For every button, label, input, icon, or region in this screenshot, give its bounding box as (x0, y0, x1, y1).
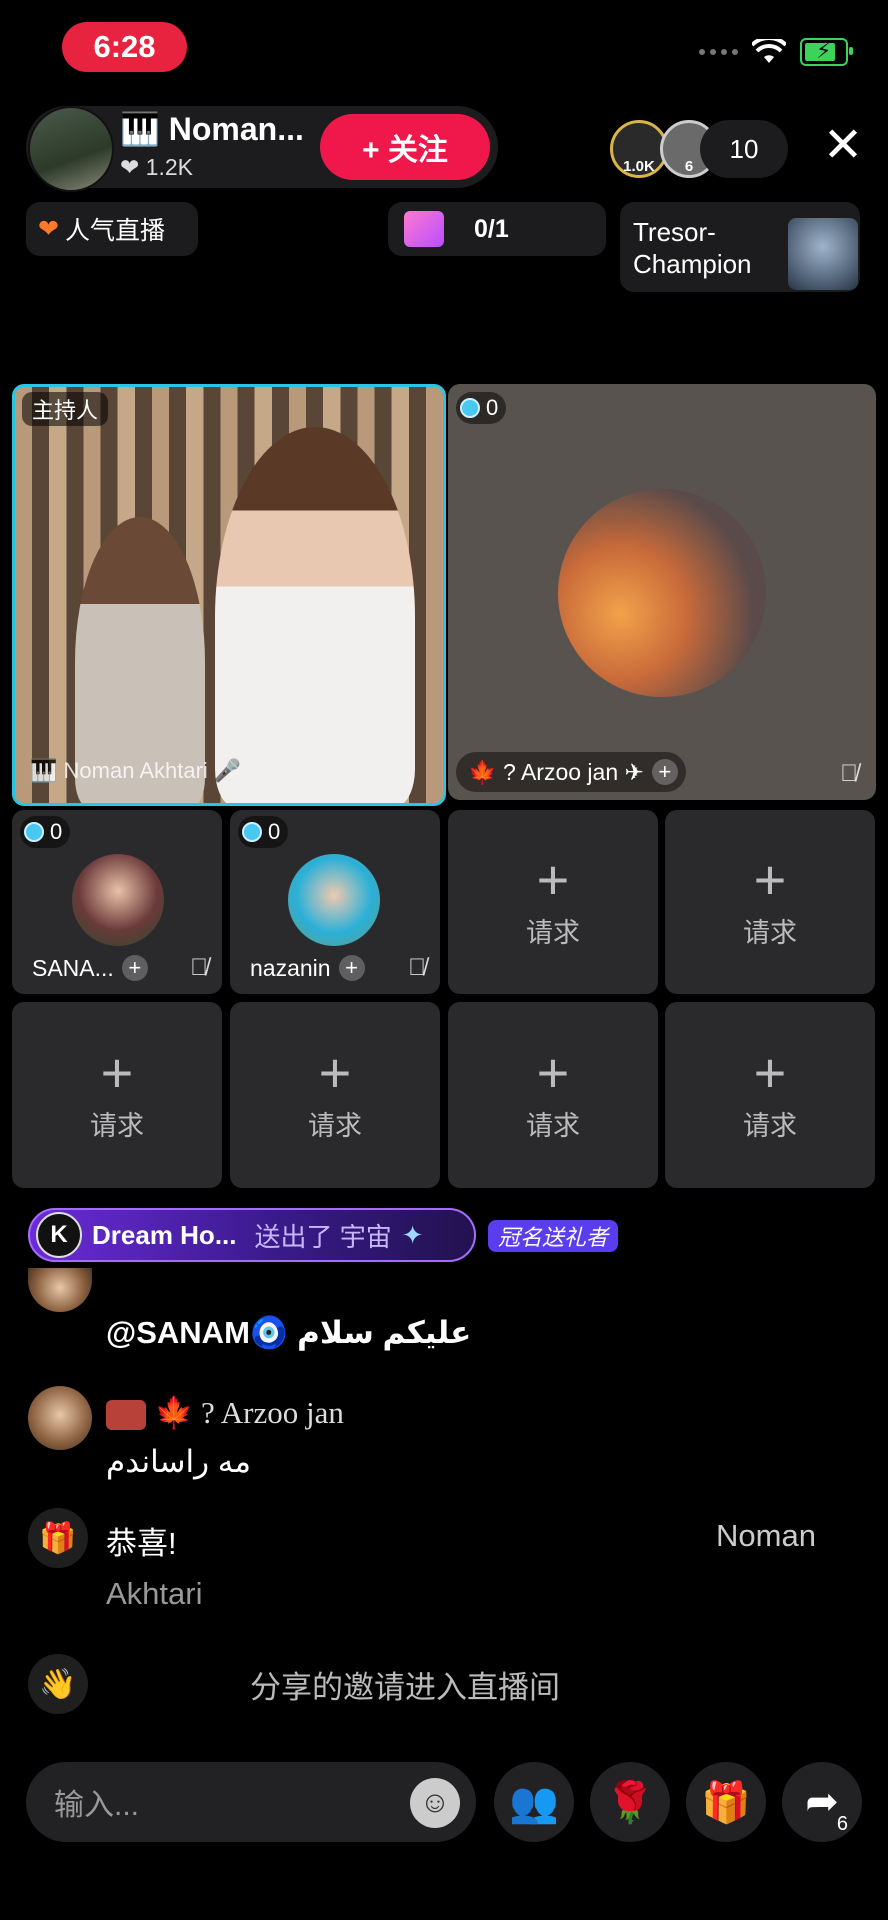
seat-score: 0 (238, 816, 289, 848)
follow-plus-icon[interactable]: + (651, 759, 678, 785)
gem-icon (460, 398, 480, 418)
seat-name[interactable]: SANA... + (20, 948, 156, 988)
chat-system-message: 恭喜! (106, 1526, 177, 1561)
gift-banner[interactable]: K Dream Ho... 送出了 宇宙 ✦ (28, 1208, 476, 1262)
plus-icon: + (753, 1040, 787, 1104)
rose-gift-button[interactable]: 🌹 (590, 1762, 670, 1842)
plus-icon: + (753, 847, 787, 911)
host-likes: ❤ 1.2K (120, 154, 193, 180)
signal-icon (699, 49, 738, 55)
wifi-icon (752, 39, 786, 63)
level-badge-icon (106, 1399, 146, 1430)
emoji-icon[interactable]: ☺ (410, 1778, 460, 1828)
seat-name[interactable]: 🍁 ? Arzoo jan ✈ + (456, 752, 686, 792)
plus-icon: + (318, 1040, 352, 1104)
gem-icon (24, 822, 44, 842)
chat-system-username[interactable]: Akhtari (106, 1576, 202, 1612)
host-person (215, 427, 415, 803)
gift-box-icon (404, 211, 444, 247)
gift-goal[interactable]: 0/1 (388, 202, 606, 256)
seat-score: 0 (20, 816, 71, 848)
mic-off-icon: 🎙̸ (408, 954, 426, 981)
people-icon: 👥 (509, 1780, 559, 1825)
request-seat[interactable]: + 请求 (12, 1002, 222, 1188)
chat-system-username[interactable]: Noman (716, 1518, 816, 1554)
galaxy-gift-icon: ✦ (401, 1219, 424, 1250)
seat-avatar[interactable] (288, 854, 380, 946)
heart-icon: ❤ (38, 215, 59, 243)
tresor-image (788, 218, 858, 290)
status-time: 6:28 (62, 22, 187, 72)
plus-icon: + (536, 1040, 570, 1104)
status-icons: ⚡ (699, 38, 853, 66)
tresor-label: Tresor-Champion (633, 217, 752, 279)
plus-icon: + (100, 1040, 134, 1104)
gift-icon: 🎁 (28, 1508, 88, 1568)
guests-button[interactable]: 👥 (494, 1762, 574, 1842)
host-name[interactable]: 🎹 Noman... (120, 110, 304, 148)
gem-icon (242, 822, 262, 842)
seat-score: 0 (456, 392, 507, 424)
crown-sender-tag: 冠名送礼者 (488, 1220, 619, 1252)
seat-avatar[interactable] (72, 854, 164, 946)
request-seat[interactable]: + 请求 (230, 1002, 440, 1188)
seat-avatar[interactable] (558, 489, 766, 697)
seat-name[interactable]: nazanin + (238, 948, 373, 988)
request-seat[interactable]: + 请求 (665, 810, 875, 994)
seat-arzoo[interactable] (448, 384, 876, 800)
follow-button[interactable]: + 关注 (320, 114, 490, 180)
wave-hand-icon: 👋 (28, 1654, 88, 1714)
request-seat[interactable]: + 请求 (448, 810, 658, 994)
request-seat[interactable]: + 请求 (665, 1002, 875, 1188)
chat-message: @SANAM🧿 علیکم سلام (106, 1315, 472, 1350)
chat-input[interactable]: 输入... (26, 1762, 476, 1842)
chat-message: مه راساندم (106, 1444, 251, 1479)
chat-system-message: 分享的邀请进入直播间 (250, 1670, 560, 1705)
gift-button[interactable]: 🎁 (686, 1762, 766, 1842)
rose-icon: 🌹 (605, 1780, 655, 1825)
battery-icon: ⚡ (800, 38, 853, 66)
follow-plus-icon[interactable]: + (121, 955, 148, 981)
popular-live-tag[interactable]: ❤ 人气直播 (26, 202, 198, 256)
close-icon[interactable]: ✕ (818, 119, 868, 172)
host-video-seat[interactable] (12, 384, 446, 806)
follow-plus-icon[interactable]: + (338, 955, 365, 981)
share-icon: ➦ (805, 1780, 839, 1824)
host-avatar[interactable] (28, 106, 114, 192)
host-tag: 主持人 (22, 392, 109, 426)
mic-off-icon: 🎙̸ (190, 954, 208, 981)
sender-avatar-icon: K (36, 1212, 82, 1258)
host-seat-caption: 🎹 Noman Akhtari 🎤 (30, 758, 242, 783)
gift-icon: 🎁 (701, 1780, 751, 1825)
mic-off-icon: 🎙̸ (840, 760, 858, 787)
viewer-count[interactable]: 10 (700, 120, 788, 178)
chat-avatar[interactable] (28, 1386, 92, 1450)
share-button[interactable]: ➦ 6 (782, 1762, 862, 1842)
chat-username[interactable]: 🍁 ? Arzoo jan (106, 1394, 344, 1431)
plus-icon: + (536, 847, 570, 911)
